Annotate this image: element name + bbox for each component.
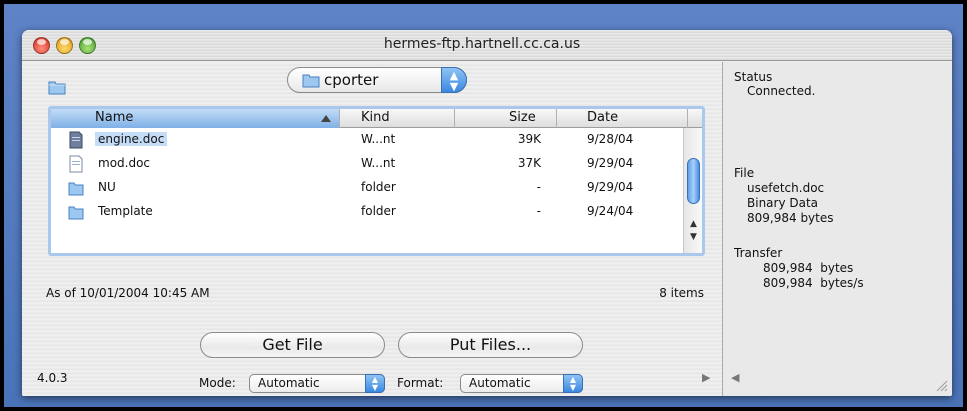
document-icon (69, 155, 83, 173)
mode-label: Mode: (199, 376, 236, 390)
zoom-button[interactable] (79, 37, 96, 54)
title-bar[interactable]: hermes-ftp.hartnell.cc.ca.us (22, 30, 952, 61)
transfer-rate-value: 809,984 bytes/s (763, 276, 864, 290)
status-value: Connected. (747, 84, 816, 98)
status-heading: Status (734, 70, 773, 84)
sort-ascending-icon (321, 115, 331, 122)
table-row[interactable]: Template folder - 9/24/04 (51, 200, 681, 224)
mode-select[interactable]: Automatic ▲ ▼ (249, 374, 385, 393)
minimize-button[interactable] (56, 37, 73, 54)
column-header-size[interactable]: Size (455, 109, 557, 128)
vertical-scrollbar[interactable]: ▲ ▼ (683, 128, 702, 253)
file-date: 9/24/04 (587, 204, 634, 218)
folder-icon (68, 182, 84, 196)
drawer-toggle-left-icon[interactable]: ◀ (731, 371, 739, 384)
column-header-name[interactable]: Name (51, 109, 340, 128)
put-files-button[interactable]: Put Files... (398, 332, 583, 358)
table-row[interactable]: mod.doc W...nt 37K 9/29/04 (51, 152, 681, 176)
table-header: Name Kind Size Date (51, 109, 702, 128)
scroll-down-arrow-icon[interactable]: ▼ (686, 231, 701, 243)
transfer-heading: Transfer (734, 246, 783, 260)
scroll-thumb[interactable] (687, 158, 700, 204)
file-kind: W...nt (361, 132, 396, 146)
file-name: Template (98, 204, 153, 218)
file-name: NU (98, 180, 116, 194)
file-bytes-value: 809,984 bytes (747, 211, 834, 225)
file-date: 9/29/04 (587, 156, 634, 170)
resize-grip-icon[interactable] (934, 378, 948, 392)
file-heading: File (734, 166, 755, 180)
file-size: - (536, 180, 541, 194)
column-header-kind[interactable]: Kind (340, 109, 455, 128)
scroll-up-arrow-icon[interactable]: ▲ (686, 218, 701, 230)
path-popup[interactable]: cporter ▲ ▼ (287, 67, 467, 93)
format-label: Format: (397, 376, 444, 390)
fetch-window: hermes-ftp.hartnell.cc.ca.us cporter ▲ ▼ … (22, 30, 952, 396)
drawer-toggle-right-icon[interactable]: ▶ (702, 371, 710, 384)
window-title: hermes-ftp.hartnell.cc.ca.us (383, 36, 581, 52)
version-label: 4.0.3 (37, 371, 68, 385)
file-size: 37K (517, 156, 541, 170)
table-row[interactable]: NU folder - 9/29/04 (51, 176, 681, 200)
file-type-value: Binary Data (747, 196, 819, 210)
table-row[interactable]: engine.doc W...nt 39K 9/28/04 (51, 128, 681, 152)
main-panel: cporter ▲ ▼ Name Kind Size Date engine.d… (22, 62, 722, 396)
file-size: - (536, 204, 541, 218)
file-date: 9/28/04 (587, 132, 634, 146)
chevron-updown-icon: ▲ ▼ (441, 67, 467, 93)
close-button[interactable] (33, 37, 50, 54)
transfer-bytes-value: 809,984 bytes (763, 261, 854, 275)
file-date: 9/29/04 (587, 180, 634, 194)
get-file-button[interactable]: Get File (200, 332, 385, 358)
folder-icon (68, 206, 84, 220)
listing-timestamp: As of 10/01/2004 10:45 AM (46, 286, 210, 300)
file-kind: folder (361, 180, 396, 194)
file-size: 39K (517, 132, 541, 146)
file-name: engine.doc (95, 132, 168, 146)
file-name-value: usefetch.doc (747, 181, 825, 195)
document-icon (69, 131, 83, 149)
path-popup-label: cporter (324, 71, 379, 89)
file-list: Name Kind Size Date engine.doc W...nt 39… (48, 106, 705, 256)
folder-icon (302, 74, 320, 88)
chevron-updown-icon: ▲ ▼ (563, 374, 583, 393)
file-kind: folder (361, 204, 396, 218)
format-select[interactable]: Automatic ▲ ▼ (460, 374, 583, 393)
status-drawer: Status Connected. File usefetch.doc Bina… (722, 62, 952, 396)
file-kind: W...nt (361, 156, 396, 170)
folder-icon[interactable] (48, 79, 66, 95)
item-count: 8 items (659, 286, 704, 300)
chevron-updown-icon: ▲ ▼ (365, 374, 385, 393)
column-header-date[interactable]: Date (557, 109, 688, 128)
file-name: mod.doc (98, 156, 151, 170)
